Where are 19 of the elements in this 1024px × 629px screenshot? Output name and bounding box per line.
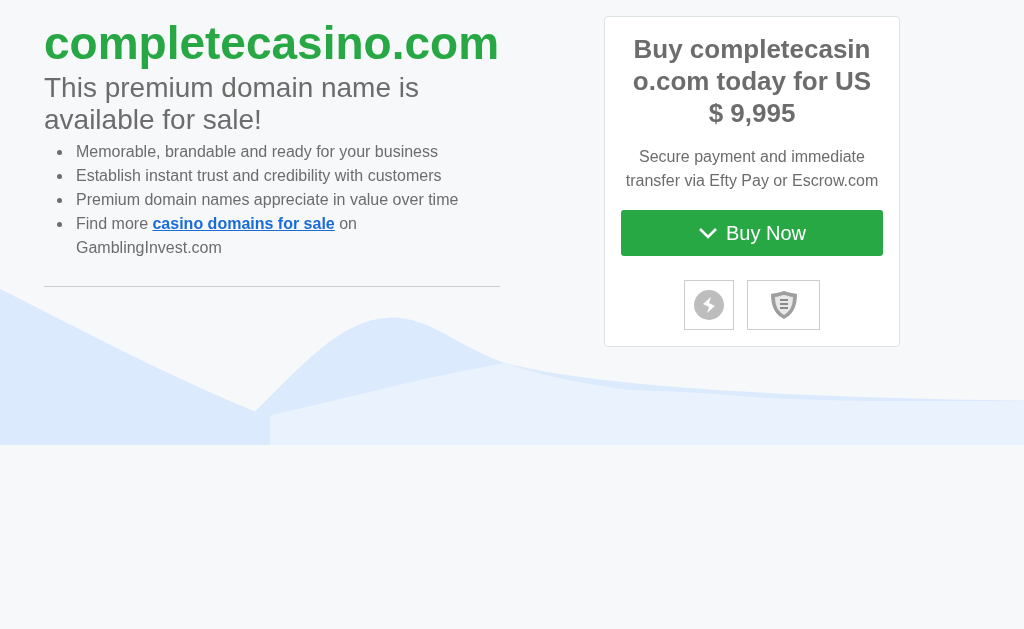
bullet-icon: [57, 174, 62, 179]
shield-icon: [769, 290, 798, 320]
feature-text: Find more casino domains for sale on GamblingInvest.com: [76, 215, 357, 256]
payment-note: Secure payment and immediate transfer via Efty Pay or Escrow.com: [624, 147, 880, 191]
buy-now-button[interactable]: Buy Now: [621, 210, 883, 256]
price-title: Buy completecasino.com today for US$ 9,995: [631, 33, 873, 129]
sale-subtitle: This premium domain name is available for sale!: [44, 72, 421, 136]
bullet-icon: [57, 150, 62, 155]
feature-text: Establish instant trust and credibility with customers: [76, 167, 442, 184]
payment-badge[interactable]: [684, 280, 734, 330]
feature-text: Premium domain names appreciate in value over time: [76, 191, 459, 208]
bullet-icon: [57, 222, 62, 227]
escrow-badge[interactable]: [747, 280, 820, 330]
lightning-circle-icon: [693, 289, 725, 321]
casino-domains-link[interactable]: casino domains for sale: [152, 215, 335, 232]
chevron-down-icon: [698, 227, 718, 239]
bullet-icon: [57, 198, 62, 203]
feature-text: Memorable, brandable and ready for your business: [76, 143, 438, 160]
domain-title: completecasino.com: [44, 18, 500, 68]
